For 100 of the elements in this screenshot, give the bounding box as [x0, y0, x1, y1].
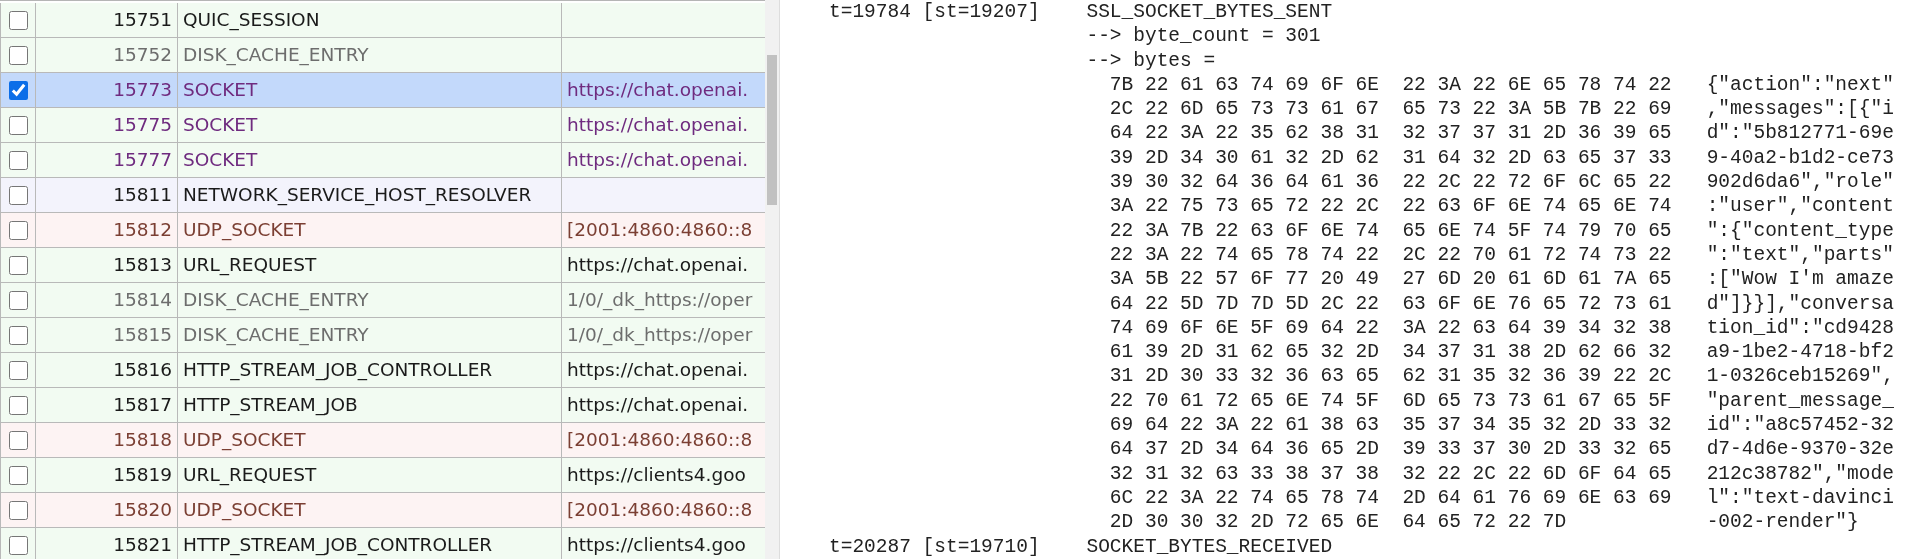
id-cell: 15813 [113, 254, 172, 275]
ascii-text: {"action":"next" [1706, 72, 1894, 98]
row-checkbox[interactable] [8, 465, 28, 485]
source-cell: https://chat.openai. [567, 254, 749, 275]
event-name: SSL_SOCKET_BYTES_SENT [1086, 0, 1333, 25]
row-checkbox[interactable] [8, 500, 28, 520]
ascii-text: tion_id":"cd9428 [1706, 315, 1894, 341]
source-cell: https://chat.openai. [567, 394, 749, 415]
type-cell: DISK_CACHE_ENTRY [183, 44, 369, 65]
type-cell: DISK_CACHE_ENTRY [183, 324, 369, 345]
id-cell: 15814 [113, 289, 172, 310]
source-cell: https://chat.openai. [567, 149, 749, 170]
ascii-text: a9-1be2-4718-bf2 [1706, 340, 1894, 365]
ascii-text: d"]}}],"conversa [1706, 291, 1894, 316]
hex-bytes: 39 30 32 64 36 64 61 36 22 2C 22 72 6F 6C 65 22 [1109, 170, 1672, 195]
ascii-text: id":"a8c57452-32 [1706, 413, 1894, 438]
scrollbar[interactable] [765, 0, 779, 559]
table-row[interactable]: 15816 HTTP_STREAM_JOB_CONTROLLER https://chat.openai. [0, 353, 765, 388]
source-cell: https://chat.openai. [567, 359, 749, 380]
row-checkbox[interactable] [8, 430, 28, 450]
ascii-text: d7-4d6e-9370-32e [1706, 437, 1894, 462]
table-row[interactable]: 15752 DISK_CACHE_ENTRY [0, 38, 765, 73]
hex-bytes: 22 3A 22 74 65 78 74 22 2C 22 70 61 72 74 73 22 [1109, 242, 1672, 268]
ascii-text: 902d6da6","role" [1706, 170, 1894, 195]
hex-bytes: 22 70 61 72 65 6E 74 5F 6D 65 73 73 61 67 65 5F [1109, 388, 1672, 414]
table-row[interactable]: 15817 HTTP_STREAM_JOB https://chat.openai. [0, 388, 765, 423]
table-row[interactable]: 15820 UDP_SOCKET [2001:4860:4860::8 [0, 493, 765, 528]
type-cell: SOCKET [183, 79, 258, 100]
table-row[interactable]: 15773 SOCKET https://chat.openai. [0, 73, 765, 108]
id-cell: 15752 [113, 44, 172, 65]
row-checkbox[interactable] [8, 395, 28, 415]
source-cell: [2001:4860:4860::8 [567, 429, 753, 450]
source-cell: [2001:4860:4860::8 [567, 219, 753, 240]
row-checkbox[interactable] [8, 360, 28, 380]
type-cell: SOCKET [183, 149, 258, 170]
type-cell: HTTP_STREAM_JOB [183, 394, 358, 415]
id-cell: 15811 [113, 184, 172, 205]
scrollbar-thumb[interactable] [767, 55, 777, 205]
type-cell: SOCKET [183, 114, 258, 135]
type-cell: NETWORK_SERVICE_HOST_RESOLVER [183, 184, 532, 205]
row-checkbox[interactable] [8, 45, 28, 65]
ascii-text: 1-0326ceb15269", [1706, 364, 1894, 389]
event-param: --> byte_count = 301 [1086, 24, 1321, 49]
ascii-text: :"user","content [1706, 194, 1894, 219]
table-row[interactable]: 15815 DISK_CACHE_ENTRY 1/0/_dk_https://oper [0, 318, 765, 353]
type-cell: UDP_SOCKET [183, 499, 306, 520]
hex-bytes: 3A 5B 22 57 6F 77 20 49 27 6D 20 61 6D 61 7A 65 [1109, 267, 1672, 292]
hex-bytes: 32 31 32 63 33 38 37 38 32 22 2C 22 6D 6F 64 65 [1109, 461, 1672, 486]
id-cell: 15773 [113, 79, 172, 100]
ascii-text: l":"text-davinci [1706, 485, 1894, 511]
hex-bytes: 6C 22 3A 22 74 65 78 74 2D 64 61 76 69 6E 63 69 [1109, 485, 1672, 511]
type-cell: HTTP_STREAM_JOB_CONTROLLER [183, 359, 493, 380]
id-cell: 15818 [113, 429, 172, 450]
row-checkbox[interactable] [8, 80, 28, 100]
hex-bytes: 64 37 2D 34 64 36 65 2D 39 33 37 30 2D 33 32 65 [1109, 437, 1672, 462]
id-cell: 15819 [113, 464, 172, 485]
hex-bytes: 69 64 22 3A 22 61 38 63 35 37 34 35 32 2D 33 32 [1109, 413, 1672, 438]
row-checkbox[interactable] [8, 290, 28, 310]
row-checkbox[interactable] [8, 150, 28, 170]
event-param: --> bytes = [1086, 48, 1216, 73]
ascii-text: ":"text","parts" [1706, 242, 1894, 268]
source-cell: https://chat.openai. [567, 114, 749, 135]
type-cell: URL_REQUEST [183, 464, 317, 485]
table-row[interactable]: 15751 QUIC_SESSION [0, 3, 765, 38]
event-time: t=19784 [st=19207] [829, 0, 1041, 25]
row-checkbox[interactable] [8, 535, 28, 555]
row-checkbox[interactable] [8, 115, 28, 135]
row-checkbox[interactable] [8, 185, 28, 205]
table-row[interactable]: 15777 SOCKET https://chat.openai. [0, 143, 765, 178]
row-checkbox[interactable] [8, 10, 28, 30]
table-row[interactable]: 15775 SOCKET https://chat.openai. [0, 108, 765, 143]
table-row[interactable]: 15813 URL_REQUEST https://chat.openai. [0, 248, 765, 283]
hex-bytes: 7B 22 61 63 74 69 6F 6E 22 3A 22 6E 65 78 74 22 [1109, 72, 1672, 98]
ascii-text: "parent_message_ [1706, 388, 1894, 414]
type-cell: UDP_SOCKET [183, 429, 306, 450]
row-checkbox[interactable] [8, 255, 28, 275]
type-cell: URL_REQUEST [183, 254, 317, 275]
id-cell: 15777 [113, 149, 172, 170]
id-cell: 15816 [113, 359, 172, 380]
row-checkbox[interactable] [8, 325, 28, 345]
event-time: t=20287 [st=19710] [829, 534, 1041, 559]
hex-bytes: 64 22 3A 22 35 62 38 31 32 37 37 31 2D 36 39 65 [1109, 121, 1672, 146]
table-row[interactable]: 15821 HTTP_STREAM_JOB_CONTROLLER https://clients4.goo [0, 528, 765, 559]
type-cell: QUIC_SESSION [183, 9, 320, 30]
ascii-text: ,"messages":[{"i [1706, 97, 1894, 122]
hex-bytes: 31 2D 30 33 32 36 63 65 62 31 35 32 36 39 22 2C [1109, 364, 1672, 389]
id-cell: 15820 [113, 499, 172, 520]
ascii-text: 212c38782","mode [1706, 461, 1894, 486]
type-cell: HTTP_STREAM_JOB_CONTROLLER [183, 534, 493, 555]
table-row[interactable]: 15818 UDP_SOCKET [2001:4860:4860::8 [0, 423, 765, 458]
table-row[interactable]: 15812 UDP_SOCKET [2001:4860:4860::8 [0, 213, 765, 248]
table-row[interactable]: 15814 DISK_CACHE_ENTRY 1/0/_dk_https://oper [0, 283, 765, 318]
table-row[interactable]: 15819 URL_REQUEST https://clients4.goo [0, 458, 765, 493]
source-cell: 1/0/_dk_https://oper [567, 324, 753, 345]
ascii-text: 9-40a2-b1d2-ce73 [1706, 145, 1894, 171]
row-checkbox[interactable] [8, 220, 28, 240]
id-cell: 15751 [113, 9, 172, 30]
hex-bytes: 3A 22 75 73 65 72 22 2C 22 63 6F 6E 74 65 6E 74 [1109, 194, 1672, 219]
id-cell: 15821 [113, 534, 172, 555]
table-row[interactable]: 15811 NETWORK_SERVICE_HOST_RESOLVER [0, 178, 765, 213]
